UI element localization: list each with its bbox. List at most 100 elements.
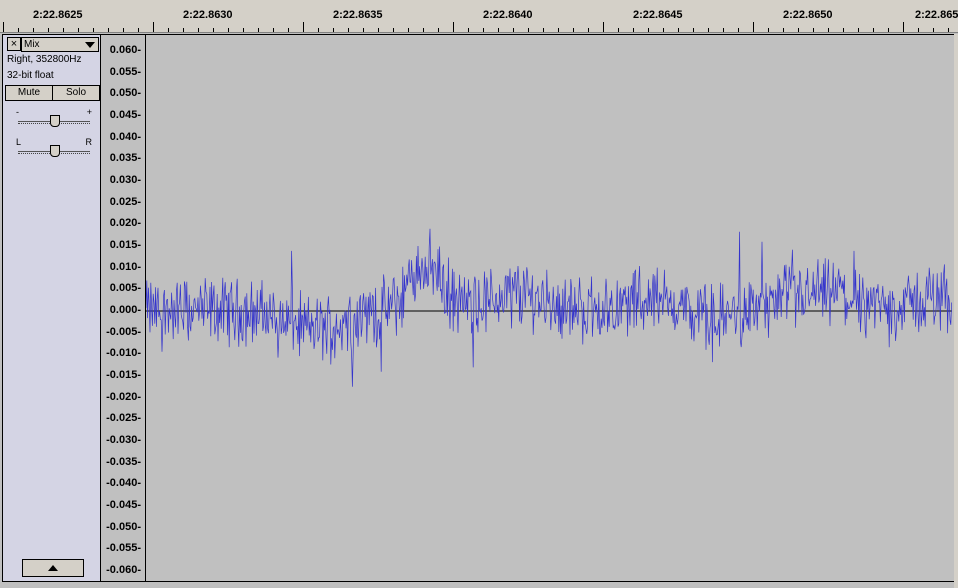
ruler-tick — [873, 28, 874, 32]
ruler-tick — [363, 28, 364, 32]
ruler-tick — [768, 28, 769, 32]
track-name-dropdown[interactable]: Mix — [21, 37, 99, 52]
ruler-tick — [663, 28, 664, 32]
ruler-tick — [843, 28, 844, 32]
amplitude-label: 0.035- — [109, 152, 141, 165]
gain-slider[interactable]: - + — [16, 107, 92, 127]
ruler-tick — [393, 28, 394, 32]
amplitude-label: 0.025- — [109, 195, 141, 208]
ruler-tick — [693, 28, 694, 32]
ruler-tick — [618, 28, 619, 32]
track-control-panel: × Mix Right, 352800Hz 32-bit float Mute … — [3, 35, 101, 581]
ruler-tick — [333, 28, 334, 32]
ruler-label: 2:22.8630 — [183, 9, 233, 21]
ruler-tick — [243, 28, 244, 32]
ruler-tick — [468, 28, 469, 32]
ruler-tick — [288, 28, 289, 32]
ruler-label: 2:22.865 — [915, 9, 958, 21]
pan-left-label: L — [16, 137, 22, 147]
ruler-tick — [168, 28, 169, 32]
ruler-tick — [183, 28, 184, 32]
gain-thumb[interactable] — [50, 115, 60, 127]
amplitude-label: -0.020- — [106, 390, 141, 403]
amplitude-label: 0.060- — [109, 44, 141, 56]
ruler-tick — [858, 28, 859, 32]
ruler-tick — [408, 28, 409, 32]
ruler-tick — [948, 28, 949, 32]
ruler-tick — [888, 28, 889, 32]
amplitude-label: 0.015- — [109, 239, 141, 251]
mute-button[interactable]: Mute — [5, 85, 53, 101]
amplitude-label: -0.060- — [106, 564, 141, 576]
pan-slider[interactable]: L R — [16, 137, 92, 157]
amplitude-label: 0.000- — [109, 304, 141, 316]
ruler-tick — [123, 28, 124, 32]
ruler-tick — [603, 22, 604, 32]
amplitude-label: 0.050- — [109, 87, 141, 100]
ruler-tick — [48, 28, 49, 32]
gain-plus-label: + — [86, 107, 92, 117]
ruler-label: 2:22.8645 — [633, 9, 683, 21]
ruler-tick — [348, 28, 349, 32]
amplitude-label: -0.025- — [106, 412, 141, 425]
ruler-tick — [438, 28, 439, 32]
amplitude-label: 0.040- — [109, 130, 141, 143]
ruler-tick — [483, 28, 484, 32]
ruler-tick — [258, 28, 259, 32]
amplitude-label: -0.055- — [106, 542, 141, 555]
ruler-tick — [753, 22, 754, 32]
ruler-tick — [633, 28, 634, 32]
ruler-tick — [678, 28, 679, 32]
ruler-tick — [423, 28, 424, 32]
ruler-tick — [528, 28, 529, 32]
ruler-tick — [588, 28, 589, 32]
ruler-tick — [903, 22, 904, 32]
waveform-svg — [145, 228, 952, 387]
ruler-tick — [303, 22, 304, 32]
ruler-tick — [708, 28, 709, 32]
ruler-tick — [273, 28, 274, 32]
ruler-label: 2:22.8650 — [783, 9, 833, 21]
ruler-tick — [138, 28, 139, 32]
amplitude-label: 0.030- — [109, 174, 141, 186]
timeline-ruler[interactable]: 2:22.8625 2:22.8630 2:22.8635 2:22.8640 2:22… — [0, 0, 958, 33]
ruler-tick — [378, 28, 379, 32]
waveform-area[interactable] — [145, 35, 952, 581]
waveform-line — [145, 228, 952, 387]
pan-thumb[interactable] — [50, 145, 60, 157]
sample-format: 32-bit float — [7, 70, 54, 81]
ruler-tick — [918, 28, 919, 32]
amplitude-label: -0.040- — [106, 477, 141, 490]
ruler-tick — [153, 22, 154, 32]
dropdown-arrow-icon — [85, 42, 95, 48]
ruler-tick — [318, 28, 319, 32]
amplitude-label: 0.020- — [109, 217, 141, 230]
amplitude-label: -0.045- — [106, 499, 141, 511]
ruler-label: 2:22.8625 — [33, 9, 83, 21]
amplitude-label: -0.015- — [106, 369, 141, 381]
ruler-tick — [63, 28, 64, 32]
ruler-label: 2:22.8635 — [333, 9, 383, 21]
ruler-tick — [543, 28, 544, 32]
ruler-tick — [228, 28, 229, 32]
amplitude-ruler: 0.060- 0.055- 0.050- 0.045- 0.040- 0.035- 0.03… — [101, 35, 146, 581]
channel-info: Right, 352800Hz — [7, 54, 82, 65]
ruler-tick — [33, 28, 34, 32]
amplitude-label: 0.045- — [109, 109, 141, 121]
collapse-track-button[interactable] — [22, 559, 84, 577]
ruler-tick — [573, 28, 574, 32]
ruler-tick — [813, 28, 814, 32]
ruler-tick — [738, 28, 739, 32]
solo-button[interactable]: Solo — [52, 85, 100, 101]
right-edge-bar — [954, 34, 958, 588]
gain-minus-label: - — [16, 107, 19, 117]
ruler-tick — [198, 28, 199, 32]
ruler-tick — [108, 28, 109, 32]
audio-track: × Mix Right, 352800Hz 32-bit float Mute … — [2, 34, 955, 582]
ruler-tick — [933, 28, 934, 32]
amplitude-label: -0.050- — [106, 520, 141, 533]
amplitude-label: -0.030- — [106, 434, 141, 446]
ruler-label: 2:22.8640 — [483, 9, 533, 21]
close-track-button[interactable]: × — [7, 37, 21, 51]
amplitude-label: -0.035- — [106, 455, 141, 468]
